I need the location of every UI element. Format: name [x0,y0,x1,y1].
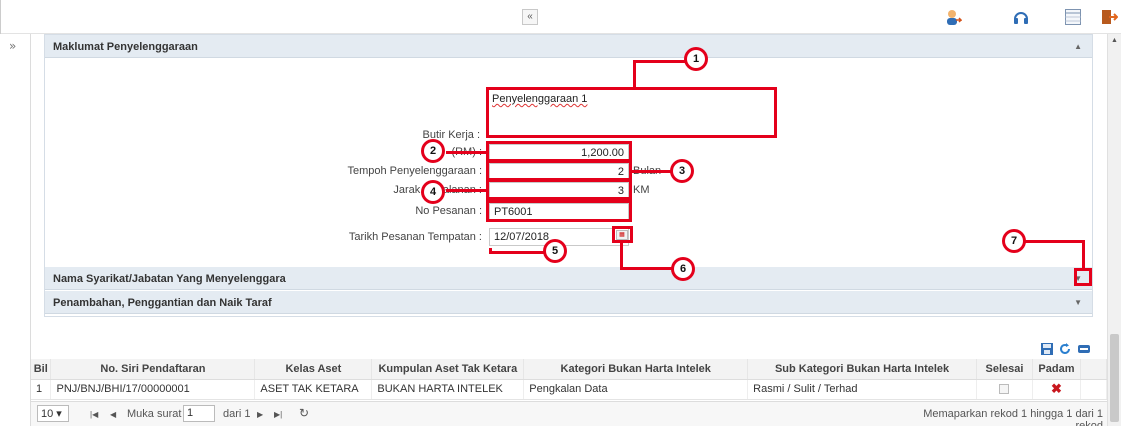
section-header-upgrade[interactable]: Penambahan, Penggantian dan Naik Taraf ▼ [45,291,1092,314]
pager: 10 ▾ |◀ ◀ Muka surat 1 dari 1 ▶ ▶| ↻ Mem… [31,401,1107,426]
scrollbar[interactable]: ▲ [1107,34,1121,426]
pesanan-label: No Pesanan : [415,205,482,217]
cell-kategori: Pengkalan Data [523,379,749,400]
col-kategori[interactable]: Kategori Bukan Harta Intelek [523,359,749,380]
calendar-grid-icon[interactable] [1064,8,1082,26]
annotation-line [631,170,671,173]
last-page-icon[interactable]: ▶| [274,410,282,419]
annotation-box-1 [486,87,777,138]
annotation-line [446,151,487,154]
annotation-box-7 [1074,268,1092,286]
annotation-box-pesanan [486,200,632,222]
section-title: Nama Syarikat/Jabatan Yang Menyelenggara [53,273,286,285]
col-kelas-aset[interactable]: Kelas Aset [254,359,373,380]
next-page-icon[interactable]: ▶ [257,410,263,419]
user-switch-icon[interactable] [944,8,962,26]
callout-4: 4 [421,180,445,204]
cell-no-siri: PNJ/BNJ/BHI/17/00000001 [50,379,256,400]
expand-icon[interactable]: ▼ [1074,298,1082,307]
refresh-icon[interactable] [1058,342,1072,356]
asset-table: Bil No. Siri Pendaftaran Kelas Aset Kump… [31,359,1108,400]
callout-1: 1 [684,47,708,71]
annotation-box-4 [486,179,632,200]
annotation-line [489,251,544,254]
callout-5: 5 [543,239,567,263]
annotation-line [620,242,623,269]
top-bar: « [0,0,1121,34]
annotation-line [633,60,685,63]
tarikh-value: 12/07/2018 [494,231,550,243]
annotation-line [620,267,672,270]
collapse-icon[interactable]: ▲ [1074,42,1082,51]
cell-kumpulan: BUKAN HARTA INTELEK [371,379,525,400]
annotation-line [1025,240,1085,243]
annotation-line [1082,240,1085,270]
annotation-line [446,189,487,192]
section-header-company[interactable]: Nama Syarikat/Jabatan Yang Menyelenggara… [45,267,1092,290]
col-selesai[interactable]: Selesai [976,359,1033,380]
callout-3: 3 [670,159,694,183]
col-padam[interactable]: Padam [1032,359,1081,380]
headset-icon[interactable] [1012,8,1030,26]
cell-bil: 1 [31,379,52,400]
col-bil[interactable]: Bil [31,359,52,380]
expand-sidebar-icon[interactable]: » [9,39,16,53]
section-title: Penambahan, Penggantian dan Naik Taraf [53,297,272,309]
callout-7: 7 [1002,229,1026,253]
refresh-page-icon[interactable]: ↻ [299,406,309,420]
delete-icon[interactable]: ✖ [1032,379,1081,400]
annotation-box-6 [612,226,633,243]
selesai-checkbox[interactable] [999,384,1010,395]
divider [0,0,1,34]
col-no-siri[interactable]: No. Siri Pendaftaran [50,359,256,380]
annotation-box-2 [486,141,632,162]
minus-icon[interactable] [1077,342,1091,356]
col-sub-kategori[interactable]: Sub Kategori Bukan Harta Intelek [747,359,977,380]
annotation-line [633,60,636,88]
save-icon[interactable] [1040,342,1054,356]
panel-header[interactable]: Maklumat Penyelenggaraan ▲ [45,35,1092,58]
cell-spacer [1080,379,1108,400]
panel-title: Maklumat Penyelenggaraan [53,41,198,53]
first-page-icon[interactable]: |◀ [90,410,98,419]
table-header-row: Bil No. Siri Pendaftaran Kelas Aset Kump… [31,359,1108,380]
callout-6: 6 [671,257,695,281]
col-spacer [1080,359,1108,380]
logout-icon[interactable] [1100,8,1118,26]
cell-sub-kategori: Rasmi / Sulit / Terhad [747,379,977,400]
page-input[interactable]: 1 [183,405,215,422]
col-kumpulan[interactable]: Kumpulan Aset Tak Ketara [371,359,525,380]
prev-page-icon[interactable]: ◀ [110,410,116,419]
collapse-header-button[interactable]: « [522,9,538,25]
annotation-box-3 [486,160,632,181]
page-size-select[interactable]: 10 ▾ [37,405,69,422]
page-label: Muka surat [127,408,182,420]
callout-2: 2 [421,139,445,163]
record-summary: Memaparkan rekod 1 hingga 1 dari 1 rekod [923,408,1103,426]
cell-selesai [976,379,1033,400]
table-row[interactable]: 1 PNJ/BNJ/BHI/17/00000001 ASET TAK KETAR… [31,379,1108,400]
page-total-label: dari 1 [223,408,251,420]
scroll-thumb[interactable] [1110,334,1119,422]
jarak-unit: KM [633,184,650,196]
scroll-up-icon[interactable]: ▲ [1111,37,1118,44]
side-rail: » [0,34,31,426]
tempoh-label: Tempoh Penyelenggaraan : [347,165,482,177]
tarikh-label: Tarikh Pesanan Tempatan : [348,231,482,243]
cell-kelas: ASET TAK KETARA [254,379,373,400]
